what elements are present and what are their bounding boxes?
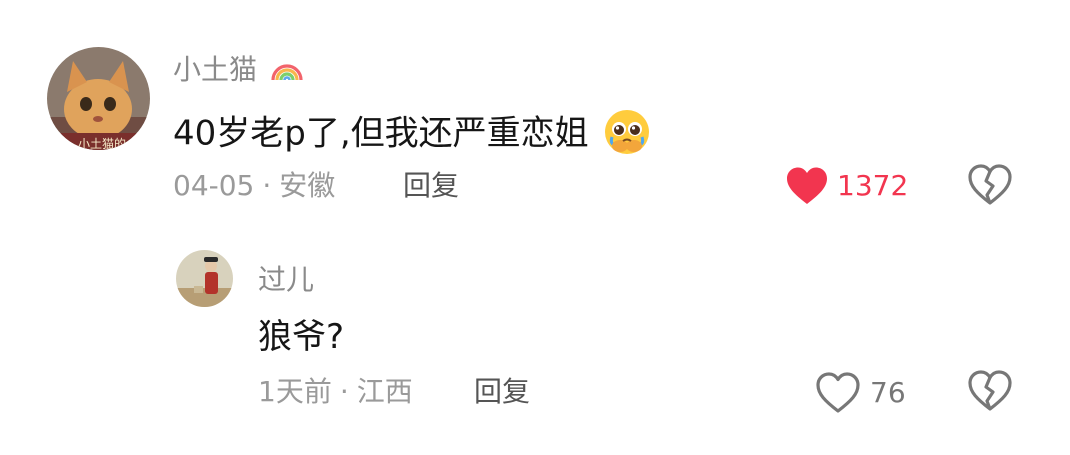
meta-separator: · — [262, 169, 272, 202]
heart-outline-icon — [815, 372, 861, 418]
reply-button[interactable]: 回复 — [403, 172, 459, 200]
username[interactable]: 过儿 — [258, 266, 314, 294]
comment-text: 狼爷? — [258, 317, 345, 357]
comment-location: 安徽 — [279, 169, 336, 202]
broken-heart-icon — [967, 164, 1013, 210]
comment-meta: 04-05 · 安徽 — [173, 172, 335, 200]
like-count: 76 — [870, 376, 906, 409]
broken-heart-icon — [967, 370, 1013, 416]
pleading-face-emoji-icon — [603, 108, 651, 162]
dislike-button[interactable] — [967, 370, 1013, 414]
like-button[interactable]: 1372 — [785, 164, 910, 208]
comment-text-body: 40岁老p了,但我还严重恋姐 — [173, 113, 589, 154]
like-button[interactable]: 76 — [815, 370, 910, 414]
meta-separator: · — [339, 375, 349, 408]
rainbow-icon — [270, 57, 304, 86]
like-count: 1372 — [837, 169, 909, 202]
heart-filled-icon — [785, 166, 829, 210]
reply-button[interactable]: 回复 — [474, 378, 530, 406]
avatar-caption: 小土猫的 — [78, 136, 126, 150]
username-text: 小土猫 — [173, 53, 258, 86]
comment-location: 江西 — [356, 375, 413, 408]
username[interactable]: 小土猫 — [173, 56, 304, 86]
dislike-button[interactable] — [967, 164, 1013, 208]
avatar[interactable]: 小土猫的 — [47, 47, 150, 150]
avatar[interactable] — [176, 250, 233, 307]
comment-date: 04-05 — [173, 169, 255, 202]
comment-date: 1天前 — [258, 375, 332, 408]
comment-text: 40岁老p了,但我还严重恋姐 — [173, 108, 651, 162]
comment-meta: 1天前 · 江西 — [258, 378, 413, 406]
